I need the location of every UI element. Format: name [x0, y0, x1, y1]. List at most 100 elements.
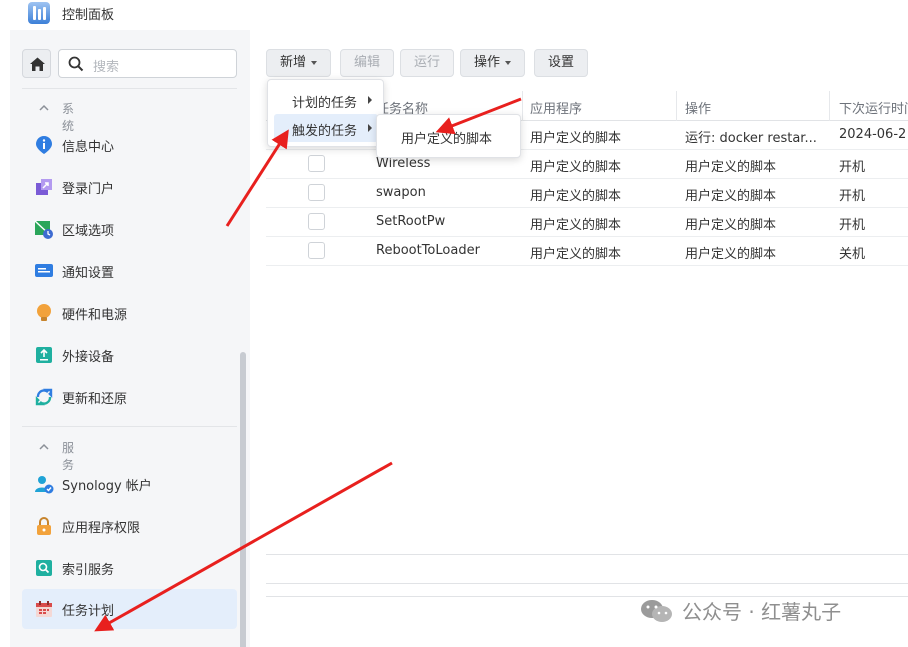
lock-icon	[37, 517, 51, 535]
triggered-task-submenu: 用户定义的脚本	[376, 114, 521, 158]
chevron-up-icon	[39, 443, 49, 450]
title-bar: 控制面板	[0, 0, 908, 30]
account-icon	[35, 476, 54, 494]
cell-application: 用户定义的脚本	[530, 189, 622, 204]
bulb-icon	[37, 304, 51, 321]
create-button[interactable]: 新增	[266, 49, 331, 77]
cell-application: 用户定义的脚本	[530, 131, 622, 146]
control-panel-window: 控制面板 搜索 系统 信息中心 登录门户 区域选项 通知设置 硬件和电源 外接设…	[0, 0, 908, 647]
info-icon	[36, 136, 52, 154]
menu-item-user-defined-script[interactable]: 用户定义的脚本	[401, 128, 492, 147]
cell-task-name: RebootToLoader	[376, 243, 480, 258]
caret-down-icon	[311, 60, 317, 65]
cell-action: 用户定义的脚本	[685, 160, 777, 175]
sidebar-item-label: 硬件和电源	[62, 308, 128, 323]
calendar-icon	[36, 601, 52, 617]
column-header-action[interactable]: 操作	[685, 98, 711, 117]
index-icon	[36, 560, 52, 576]
sidebar-item-label: 任务计划	[62, 604, 115, 619]
sidebar-item-login-portal[interactable]: 登录门户	[22, 167, 237, 207]
region-icon	[34, 220, 53, 239]
create-button-label: 新增	[279, 55, 306, 70]
row-checkbox[interactable]	[308, 155, 325, 172]
table-row[interactable]: RebootToLoader 用户定义的脚本 用户定义的脚本 关机	[266, 237, 908, 266]
home-icon	[30, 57, 45, 71]
sidebar-item-external-devices[interactable]: 外接设备	[22, 335, 237, 375]
sidebar-item-label: 信息中心	[62, 140, 115, 155]
control-panel-app-icon	[28, 2, 50, 24]
cell-application: 用户定义的脚本	[530, 247, 622, 262]
menu-item-label: 计划的任务	[292, 96, 358, 111]
home-button[interactable]	[22, 49, 51, 78]
table-row[interactable]: Wireless 用户定义的脚本 用户定义的脚本 开机	[266, 150, 908, 179]
cell-next-run: 开机	[839, 160, 866, 175]
chevron-up-icon	[39, 104, 49, 111]
sidebar-scrollbar[interactable]	[240, 352, 246, 647]
sidebar-item-notification[interactable]: 通知设置	[22, 251, 237, 291]
sidebar-item-app-privileges[interactable]: 应用程序权限	[22, 506, 237, 546]
caret-right-icon	[368, 124, 372, 132]
caret-down-icon	[505, 60, 511, 65]
create-dropdown-menu: 计划的任务 触发的任务	[267, 79, 384, 147]
divider	[266, 554, 908, 555]
cell-application: 用户定义的脚本	[530, 160, 622, 175]
cell-next-run: 2024-06-2	[839, 127, 907, 142]
sidebar-item-update-restore[interactable]: 更新和还原	[22, 377, 237, 417]
cell-task-name: Wireless	[376, 156, 431, 171]
search-icon	[68, 56, 84, 72]
cell-next-run: 开机	[839, 218, 866, 233]
cell-task-name: swapon	[376, 185, 426, 200]
table-row[interactable]: swapon 用户定义的脚本 用户定义的脚本 开机	[266, 179, 908, 208]
settings-button-label: 设置	[547, 55, 574, 70]
column-header-next-run[interactable]: 下次运行时间	[839, 98, 908, 117]
sidebar-item-synology-account[interactable]: Synology 帐户	[22, 464, 237, 504]
cell-action: 用户定义的脚本	[685, 247, 777, 262]
sidebar-item-hardware-power[interactable]: 硬件和电源	[22, 293, 237, 333]
sidebar-item-info-center[interactable]: 信息中心	[22, 125, 237, 165]
search-input[interactable]: 搜索	[58, 49, 237, 78]
column-divider	[676, 91, 677, 121]
external-device-icon	[36, 347, 52, 363]
sidebar: 搜索 系统 信息中心 登录门户 区域选项 通知设置 硬件和电源 外接设备 更新和…	[10, 30, 250, 647]
action-button[interactable]: 操作	[460, 49, 525, 77]
update-icon	[35, 388, 53, 406]
watermark-text: 公众号 · 红薯丸子	[682, 600, 842, 624]
menu-item-triggered-task[interactable]: 触发的任务	[274, 114, 378, 142]
edit-button[interactable]: 编辑	[340, 49, 394, 77]
column-divider	[829, 91, 830, 121]
divider	[266, 583, 908, 584]
search-placeholder: 搜索	[93, 60, 120, 75]
window-title: 控制面板	[62, 8, 115, 23]
divider	[22, 88, 237, 89]
cell-next-run: 开机	[839, 189, 866, 204]
sidebar-item-label: 登录门户	[62, 182, 115, 197]
wechat-icon	[641, 600, 672, 622]
table-row[interactable]: SetRootPw 用户定义的脚本 用户定义的脚本 开机	[266, 208, 908, 237]
settings-button[interactable]: 设置	[534, 49, 588, 77]
row-checkbox[interactable]	[308, 184, 325, 201]
sidebar-item-label: 更新和还原	[62, 392, 128, 407]
sidebar-item-task-scheduler[interactable]: 任务计划	[22, 589, 237, 629]
cell-action: 用户定义的脚本	[685, 189, 777, 204]
run-button-label: 运行	[413, 55, 440, 70]
sidebar-item-indexing-service[interactable]: 索引服务	[22, 548, 237, 588]
column-header-application[interactable]: 应用程序	[530, 98, 582, 117]
sidebar-item-label: Synology 帐户	[62, 479, 152, 494]
cell-action: 运行: docker restar...	[685, 131, 817, 146]
run-button[interactable]: 运行	[400, 49, 454, 77]
cell-next-run: 关机	[839, 247, 866, 262]
menu-item-scheduled-task[interactable]: 计划的任务	[274, 86, 378, 114]
divider	[22, 426, 237, 427]
caret-right-icon	[368, 96, 372, 104]
cell-task-name: SetRootPw	[376, 214, 446, 229]
cell-application: 用户定义的脚本	[530, 218, 622, 233]
sidebar-item-label: 通知设置	[62, 266, 115, 281]
edit-button-label: 编辑	[353, 55, 380, 70]
sidebar-item-regional-options[interactable]: 区域选项	[22, 209, 237, 249]
login-portal-icon	[36, 179, 52, 195]
sidebar-item-label: 应用程序权限	[62, 521, 141, 536]
row-checkbox[interactable]	[308, 213, 325, 230]
column-divider	[522, 91, 523, 121]
action-button-label: 操作	[473, 55, 500, 70]
row-checkbox[interactable]	[308, 242, 325, 259]
